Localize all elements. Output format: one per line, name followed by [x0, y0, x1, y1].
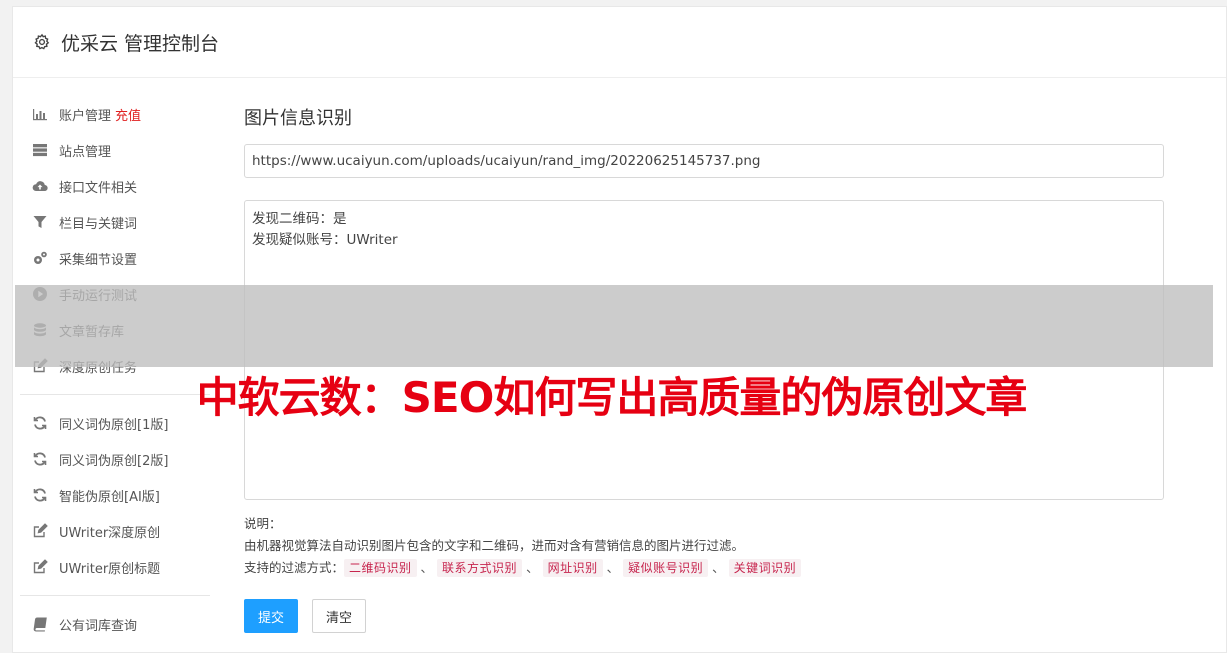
watermark-title: 中软云数：SEO如何写出高质量的伪原创文章	[196, 373, 1028, 422]
sidebar-item-label: 智能伪原创[AI版]	[59, 489, 160, 505]
notes-description: 由机器视觉算法自动识别图片包含的文字和二维码，进而对含有营销信息的图片进行过滤。	[244, 538, 745, 553]
filter-tag: 联系方式识别	[437, 559, 523, 577]
submit-button[interactable]: 提交	[244, 599, 298, 633]
sidebar-item-label: 站点管理	[59, 144, 112, 160]
filter-tag: 关键词识别	[728, 559, 802, 577]
refresh-icon	[31, 451, 49, 467]
sidebar-item-label: UWriter原创标题	[59, 561, 161, 577]
sidebar-divider	[20, 595, 210, 596]
filter-icon	[31, 214, 49, 230]
filter-tag: 二维码识别	[344, 559, 417, 577]
gear-icon	[34, 33, 50, 50]
sidebar-item-b-3[interactable]: UWriter深度原创	[20, 513, 210, 549]
filter-tag: 网址识别	[542, 559, 603, 577]
sidebar-item-a-0[interactable]: 账户管理 充值	[20, 96, 210, 132]
sidebar-item-label: 同义词伪原创[2版]	[59, 453, 169, 469]
recharge-link[interactable]: 充值	[115, 105, 141, 124]
cloud-upload-icon	[31, 178, 49, 194]
sidebar-item-a-2[interactable]: 接口文件相关	[20, 168, 210, 204]
edit-icon	[31, 523, 49, 539]
filter-label: 支持的过滤方式：	[244, 560, 345, 575]
refresh-icon	[31, 487, 49, 503]
image-url-input[interactable]: https://www.ucaiyun.com/uploads/ucaiyun/…	[244, 144, 1164, 178]
sidebar-item-a-3[interactable]: 栏目与关键词	[20, 204, 210, 240]
sidebar-item-a-4[interactable]: 采集细节设置	[20, 240, 210, 276]
console-title: 优采云 管理控制台	[61, 32, 220, 55]
notes: 说明： 由机器视觉算法自动识别图片包含的文字和二维码，进而对含有营销信息的图片进…	[244, 513, 1165, 579]
sidebar-item-b-4[interactable]: UWriter原创标题	[20, 549, 210, 585]
bar-chart-icon	[31, 106, 49, 122]
action-buttons: 提交 清空	[244, 599, 1165, 633]
sidebar-item-label: UWriter深度原创	[59, 525, 161, 541]
server-icon	[31, 142, 49, 158]
section-title: 图片信息识别	[244, 108, 352, 129]
cogs-icon	[31, 250, 49, 266]
edit-icon	[31, 559, 49, 575]
filter-methods: 支持的过滤方式： 二维码识别、联系方式识别、网址识别、疑似账号识别、关键词识别	[244, 557, 1165, 579]
tag-separator: 、	[606, 560, 620, 575]
tag-separator: 、	[526, 560, 539, 575]
sidebar-item-label: 公有词库查询	[59, 618, 138, 634]
sidebar-item-c-0[interactable]: 公有词库查询	[20, 606, 210, 642]
sidebar-item-b-2[interactable]: 智能伪原创[AI版]	[20, 477, 210, 513]
tag-separator: 、	[712, 560, 725, 575]
sidebar-item-label: 账户管理	[59, 108, 112, 124]
notes-label: 说明：	[244, 516, 282, 531]
sidebar-item-b-1[interactable]: 同义词伪原创[2版]	[20, 441, 210, 477]
watermark-band	[15, 285, 1213, 367]
filter-tag: 疑似账号识别	[623, 559, 709, 577]
tag-separator: 、	[420, 560, 434, 575]
book-icon	[31, 616, 49, 632]
sidebar-item-label: 采集细节设置	[59, 252, 138, 268]
console-header: 优采云 管理控制台	[13, 7, 1226, 78]
sidebar-item-a-1[interactable]: 站点管理	[20, 132, 210, 168]
sidebar-item-label: 栏目与关键词	[59, 216, 138, 232]
clear-button[interactable]: 清空	[312, 599, 366, 633]
sidebar-item-label: 接口文件相关	[59, 180, 138, 196]
